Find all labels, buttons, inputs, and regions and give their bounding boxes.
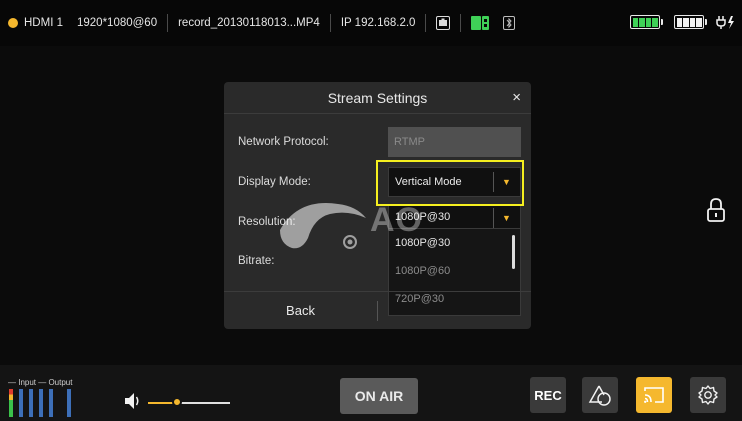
live-dot-icon: [8, 18, 18, 28]
network-protocol-label: Network Protocol:: [238, 136, 329, 148]
input-meter: [29, 389, 33, 417]
volume-slider[interactable]: [148, 397, 230, 407]
dialog-title: Stream Settings: [327, 89, 428, 106]
bluetooth-status: [493, 14, 525, 32]
resolution-label: 1920*1080@60: [76, 17, 158, 29]
chevron-down-icon: ▼: [502, 213, 511, 223]
resolution-option[interactable]: 1080P@60: [389, 257, 520, 285]
recording-filename: record_20130118013...MP4: [168, 14, 331, 32]
display-mode-label: Display Mode:: [238, 176, 311, 188]
battery-1-icon: [630, 15, 663, 29]
record-button[interactable]: REC: [530, 377, 566, 413]
speaker-icon[interactable]: [124, 391, 142, 411]
ethernet-status: [426, 14, 462, 32]
status-bar: HDMI 1 1920*1080@60 record_20130118013..…: [0, 0, 742, 46]
shapes-icon: [588, 385, 611, 406]
input-meter: [19, 389, 23, 417]
resolution-value: 1080P@30: [395, 211, 451, 223]
resolution-option[interactable]: 1080P@30: [389, 229, 520, 257]
footer-divider: [377, 301, 378, 321]
bitrate-label: Bitrate:: [238, 255, 275, 267]
input-meter: [39, 389, 43, 417]
ethernet-icon: [436, 16, 451, 30]
input-output-legend: — Input — Output: [8, 378, 73, 387]
back-button[interactable]: Back: [224, 292, 377, 329]
volume-slider-handle[interactable]: [171, 397, 182, 407]
bottom-control-bar: — Input — Output ON AIR REC: [0, 365, 742, 421]
audio-meters: [9, 389, 71, 417]
bluetooth-icon: [503, 16, 516, 30]
resolution-select[interactable]: 1080P@30 ▼: [388, 204, 521, 230]
source-label: HDMI 1: [24, 17, 63, 29]
dropdown-scrollbar[interactable]: [512, 235, 515, 269]
sdcard-status: [461, 14, 493, 32]
input-meter: [49, 389, 53, 417]
gear-icon: [698, 385, 718, 405]
shapes-button[interactable]: [582, 377, 618, 413]
cast-button[interactable]: [636, 377, 672, 413]
dialog-header: Stream Settings ×: [224, 82, 531, 114]
power-plug-icon: [716, 16, 734, 29]
settings-button[interactable]: [690, 377, 726, 413]
power-status: [630, 14, 736, 30]
close-icon[interactable]: ×: [512, 89, 521, 106]
output-meter: [67, 389, 71, 417]
battery-2-icon: [674, 15, 707, 29]
dialog-footer: Back: [224, 291, 531, 329]
network-protocol-value: RTMP: [394, 136, 425, 148]
select-divider: [493, 208, 494, 228]
sdcard-icon: [471, 16, 490, 30]
lock-icon[interactable]: [706, 197, 726, 223]
input-meter: [9, 389, 13, 417]
source-indicator[interactable]: HDMI 1 1920*1080@60: [0, 14, 169, 32]
cast-icon: [644, 387, 664, 403]
focus-highlight: [376, 160, 524, 206]
network-protocol-field: RTMP: [388, 127, 521, 157]
resolution-label: Resolution:: [238, 216, 296, 228]
on-air-button[interactable]: ON AIR: [340, 378, 418, 414]
ip-address: IP 192.168.2.0: [331, 14, 427, 32]
